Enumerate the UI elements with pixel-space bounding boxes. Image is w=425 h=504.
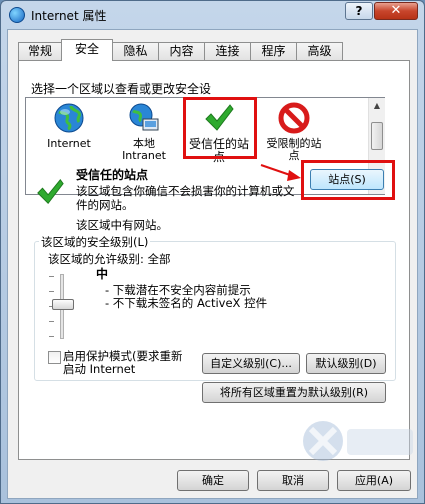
level-bullet-2: - 不下载未签名的 ActiveX 控件 bbox=[105, 296, 268, 310]
zone-has-sites: 该区域中有网站。 bbox=[76, 218, 168, 232]
intranet-icon bbox=[129, 103, 159, 131]
tab-programs[interactable]: 程序 bbox=[250, 42, 297, 60]
allowed-levels: 该区域的允许级别: 全部 bbox=[48, 252, 171, 266]
security-level-slider-thumb[interactable] bbox=[52, 299, 74, 310]
slider-tick bbox=[49, 291, 54, 292]
ok-button[interactable]: 确定 bbox=[177, 470, 249, 491]
highlight-sites-button bbox=[301, 160, 395, 200]
internet-globe-icon bbox=[9, 7, 25, 23]
zone-prompt: 选择一个区域以查看或更改安全设 bbox=[31, 82, 212, 96]
green-check-icon bbox=[37, 179, 64, 204]
help-button[interactable]: ? bbox=[345, 2, 373, 20]
slider-tick bbox=[49, 276, 54, 277]
zone-description: 该区域包含你确信不会损害你的计算机或文 件的网站。 bbox=[76, 184, 295, 212]
slider-tick bbox=[49, 336, 54, 337]
cancel-button[interactable]: 取消 bbox=[257, 470, 329, 491]
tab-advanced[interactable]: 高级 bbox=[296, 42, 343, 60]
tab-content[interactable]: 内容 bbox=[158, 42, 205, 60]
globe-icon bbox=[54, 103, 84, 133]
scroll-up-arrow-icon[interactable]: ▲ bbox=[369, 98, 385, 114]
protected-mode-label[interactable]: 启用保护模式(要求重新 启动 Internet bbox=[63, 350, 183, 376]
zone-restricted-label: 受限制的站 点 bbox=[266, 137, 322, 162]
reset-all-zones-button[interactable]: 将所有区域重置为默认级别(R) bbox=[202, 382, 386, 403]
internet-properties-window: Internet 属性 ? ✕ 常规 安全 隐私 内容 连接 程序 高级 选择一… bbox=[0, 0, 425, 504]
tab-privacy[interactable]: 隐私 bbox=[112, 42, 159, 60]
slider-tick bbox=[49, 321, 54, 322]
default-level-button[interactable]: 默认级别(D) bbox=[306, 353, 386, 374]
scroll-thumb[interactable] bbox=[371, 122, 383, 150]
close-button[interactable]: ✕ bbox=[374, 2, 418, 20]
zone-internet-label: Internet bbox=[47, 137, 91, 150]
protected-mode-checkbox[interactable] bbox=[48, 351, 61, 364]
restricted-icon bbox=[278, 102, 310, 134]
highlight-trusted-zone bbox=[183, 97, 257, 159]
apply-button[interactable]: 应用(A) bbox=[337, 470, 411, 491]
security-level-name: 中 bbox=[96, 267, 109, 281]
selected-zone-title: 受信任的站点 bbox=[76, 168, 149, 182]
title-bar[interactable]: Internet 属性 ? ✕ bbox=[1, 1, 424, 29]
custom-level-button[interactable]: 自定义级别(C)... bbox=[202, 353, 300, 374]
window-title: Internet 属性 bbox=[31, 9, 107, 23]
tab-general[interactable]: 常规 bbox=[18, 42, 62, 60]
tab-security[interactable]: 安全 bbox=[61, 39, 113, 61]
tab-connections[interactable]: 连接 bbox=[204, 42, 251, 60]
annotation-arrow-icon bbox=[260, 164, 301, 181]
watermark-logo-icon bbox=[303, 421, 413, 461]
zone-intranet-label: 本地 Intranet bbox=[122, 137, 166, 162]
security-level-title: 该区域的安全级别(L) bbox=[39, 234, 151, 250]
